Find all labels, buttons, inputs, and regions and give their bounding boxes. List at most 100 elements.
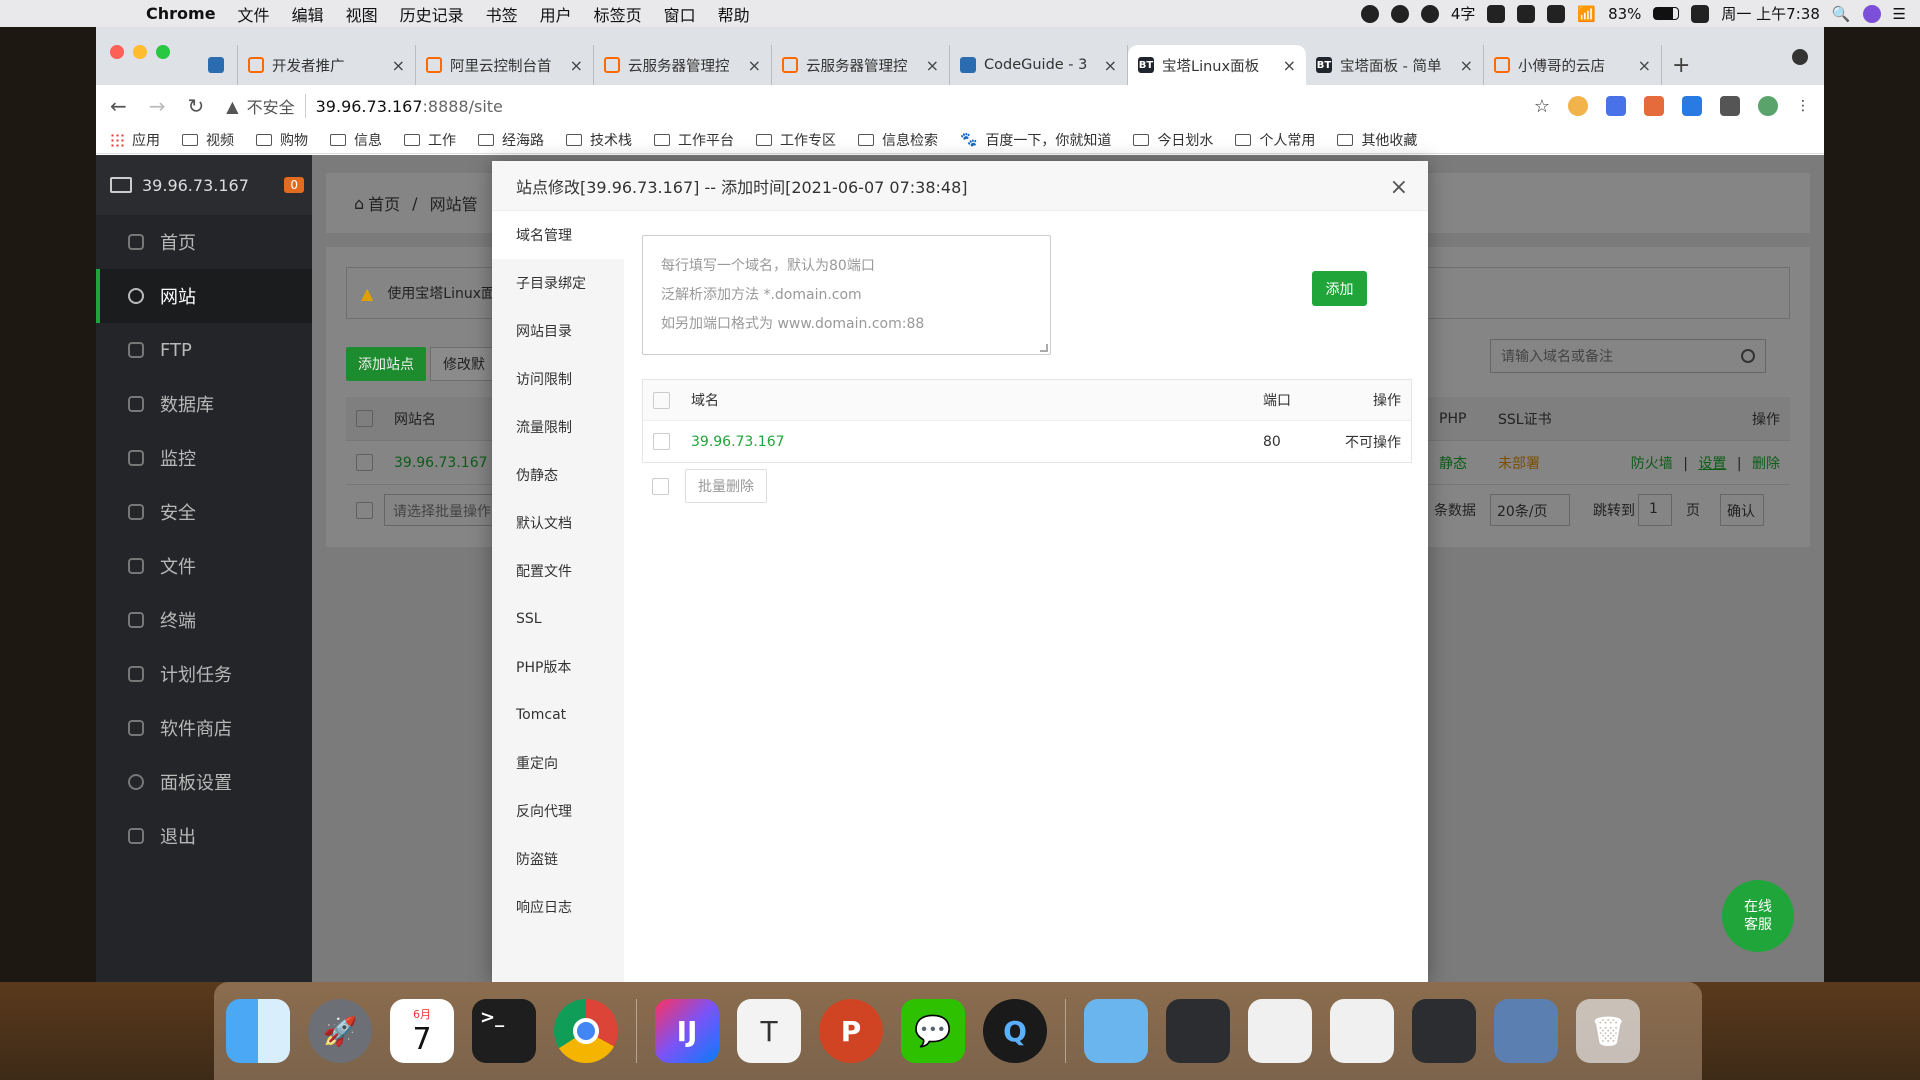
site-search-input[interactable]: 请输入域名或备注: [1490, 339, 1766, 373]
new-tab-button[interactable]: +: [1672, 53, 1690, 78]
domain-link[interactable]: 39.96.73.167: [691, 434, 785, 450]
puzzle-icon[interactable]: [1720, 96, 1740, 116]
bookmark-baidu[interactable]: 🐾 百度一下，你就知道: [960, 130, 1111, 150]
bookmark-folder[interactable]: 经海路: [478, 130, 544, 150]
search-icon[interactable]: [1741, 349, 1755, 363]
siri-icon[interactable]: [1862, 4, 1881, 23]
bookmark-folder[interactable]: 其他收藏: [1337, 130, 1417, 150]
maximize-window-button[interactable]: [156, 45, 170, 59]
page-number-input[interactable]: 1: [1638, 494, 1672, 526]
nav-site-directory[interactable]: 网站目录: [492, 307, 624, 355]
hierarchy-ext-icon[interactable]: [1644, 96, 1664, 116]
bookmark-folder[interactable]: 个人常用: [1235, 130, 1315, 150]
minimize-window-button[interactable]: [133, 45, 147, 59]
site-name-link[interactable]: 39.96.73.167: [394, 455, 488, 471]
address-bar[interactable]: ▲ 不安全 39.96.73.167:8888/site: [226, 90, 1514, 122]
row-checkbox[interactable]: [653, 433, 670, 450]
select-all-checkbox[interactable]: [653, 391, 670, 409]
s-tray-icon[interactable]: [1691, 4, 1710, 23]
battery-icon[interactable]: [1653, 7, 1680, 20]
close-tab-icon[interactable]: ×: [748, 56, 761, 75]
finder-icon[interactable]: [226, 999, 290, 1063]
firewall-link[interactable]: 防火墙: [1631, 456, 1673, 472]
trash-icon[interactable]: 🗑: [1576, 999, 1640, 1063]
nav-hotlink-protection[interactable]: 防盗链: [492, 835, 624, 883]
nav-config-file[interactable]: 配置文件: [492, 547, 624, 595]
menubar-clock[interactable]: 周一 上午7:38: [1721, 3, 1819, 24]
close-tab-icon[interactable]: ×: [926, 56, 939, 75]
chrome-icon[interactable]: [554, 999, 618, 1063]
sidebar-item-logout[interactable]: 退出: [96, 809, 312, 863]
terminal-icon[interactable]: >_: [472, 999, 536, 1063]
menubar-app-name[interactable]: Chrome: [146, 4, 216, 23]
close-tab-icon[interactable]: ×: [1638, 56, 1651, 75]
control-center-icon[interactable]: ☰: [1893, 5, 1906, 23]
nav-access-limit[interactable]: 访问限制: [492, 355, 624, 403]
sidebar-item-ftp[interactable]: FTP: [96, 323, 312, 377]
nav-rewrite[interactable]: 伪静态: [492, 451, 624, 499]
tab-1[interactable]: 开发者推广 ×: [238, 45, 416, 85]
tab-4[interactable]: 云服务器管理控 ×: [772, 45, 950, 85]
sidebar-item-home[interactable]: 首页: [96, 215, 312, 269]
bookmark-folder[interactable]: 购物: [256, 130, 308, 150]
quicktime-icon[interactable]: Q: [983, 999, 1047, 1063]
menu-window[interactable]: 窗口: [664, 2, 696, 26]
close-dialog-icon[interactable]: ×: [1390, 175, 1408, 200]
online-support-button[interactable]: 在线 客服: [1722, 880, 1794, 952]
profile-avatar[interactable]: [1758, 96, 1778, 116]
sidebar-item-monitor[interactable]: 监控: [96, 431, 312, 485]
confirm-page-button[interactable]: 确认: [1720, 494, 1764, 526]
calendar-icon[interactable]: 6月 7: [390, 999, 454, 1063]
menu-people[interactable]: 用户: [540, 2, 572, 26]
bookmark-folder[interactable]: 工作平台: [654, 130, 734, 150]
close-tab-icon[interactable]: ×: [1283, 56, 1296, 75]
page-size-select[interactable]: 20条/页: [1490, 494, 1570, 526]
bookmark-apps[interactable]: 应用: [110, 130, 160, 150]
tray-app-icon[interactable]: [1487, 4, 1506, 23]
menu-history[interactable]: 历史记录: [400, 2, 464, 26]
warning-icon[interactable]: ▲: [226, 97, 238, 116]
close-tab-icon[interactable]: ×: [1460, 56, 1473, 75]
wechat-icon[interactable]: 💬: [901, 999, 965, 1063]
star-icon[interactable]: ☆: [1534, 96, 1550, 117]
tab-6-active[interactable]: BT 宝塔Linux面板 ×: [1128, 45, 1306, 85]
tab-pinned[interactable]: [198, 45, 238, 85]
sidebar-item-security[interactable]: 安全: [96, 485, 312, 539]
resize-handle-icon[interactable]: [1040, 344, 1048, 352]
h-tray-icon[interactable]: [1420, 4, 1439, 23]
nav-domain-management[interactable]: 域名管理: [492, 211, 624, 259]
powerpoint-icon[interactable]: P: [819, 999, 883, 1063]
window-thumbnail-icon[interactable]: [1412, 999, 1476, 1063]
bookmark-folder[interactable]: 技术栈: [566, 130, 632, 150]
delete-link[interactable]: 删除: [1752, 456, 1780, 472]
cookie-ext-icon[interactable]: [1568, 96, 1588, 116]
footer-checkbox[interactable]: [356, 501, 373, 519]
window-thumbnail-icon[interactable]: [1166, 999, 1230, 1063]
close-tab-icon[interactable]: ×: [570, 56, 583, 75]
record-icon[interactable]: [1360, 4, 1379, 23]
intellij-icon[interactable]: IJ: [655, 999, 719, 1063]
nav-redirect[interactable]: 重定向: [492, 739, 624, 787]
php-version[interactable]: 静态: [1439, 453, 1467, 473]
nav-traffic-limit[interactable]: 流量限制: [492, 403, 624, 451]
ssl-status[interactable]: 未部署: [1498, 453, 1540, 473]
close-window-button[interactable]: [110, 45, 124, 59]
modify-default-button[interactable]: 修改默: [430, 347, 498, 381]
battery-percent[interactable]: 83%: [1608, 5, 1641, 23]
nav-tomcat[interactable]: Tomcat: [492, 691, 624, 739]
bookmark-folder[interactable]: 今日划水: [1133, 130, 1213, 150]
document-thumbnail-icon[interactable]: [1248, 999, 1312, 1063]
window-thumbnail-icon[interactable]: [1494, 999, 1558, 1063]
batch-checkbox[interactable]: [652, 477, 669, 495]
batch-delete-button[interactable]: 批量删除: [685, 469, 767, 503]
add-domain-button[interactable]: 添加: [1312, 271, 1367, 306]
nav-reverse-proxy[interactable]: 反向代理: [492, 787, 624, 835]
wechat-tray-icon[interactable]: [1390, 4, 1409, 23]
jh-ext-icon[interactable]: [1606, 96, 1626, 116]
spotlight-icon[interactable]: 🔍: [1832, 5, 1851, 23]
sidebar-item-cron[interactable]: 计划任务: [96, 647, 312, 701]
tab-2[interactable]: 阿里云控制台首 ×: [416, 45, 594, 85]
menu-edit[interactable]: 编辑: [292, 2, 324, 26]
sidebar-item-website[interactable]: 网站: [96, 269, 312, 323]
more-vert-icon[interactable]: ⋮: [1796, 98, 1810, 114]
